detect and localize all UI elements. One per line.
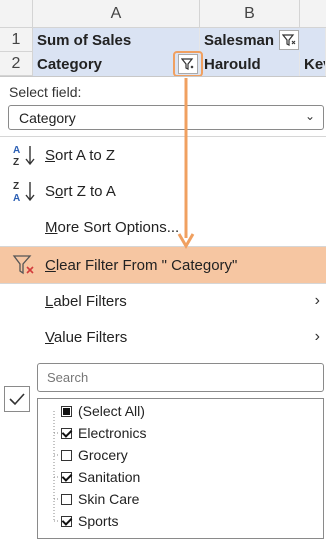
annotation-arrow (177, 78, 195, 249)
